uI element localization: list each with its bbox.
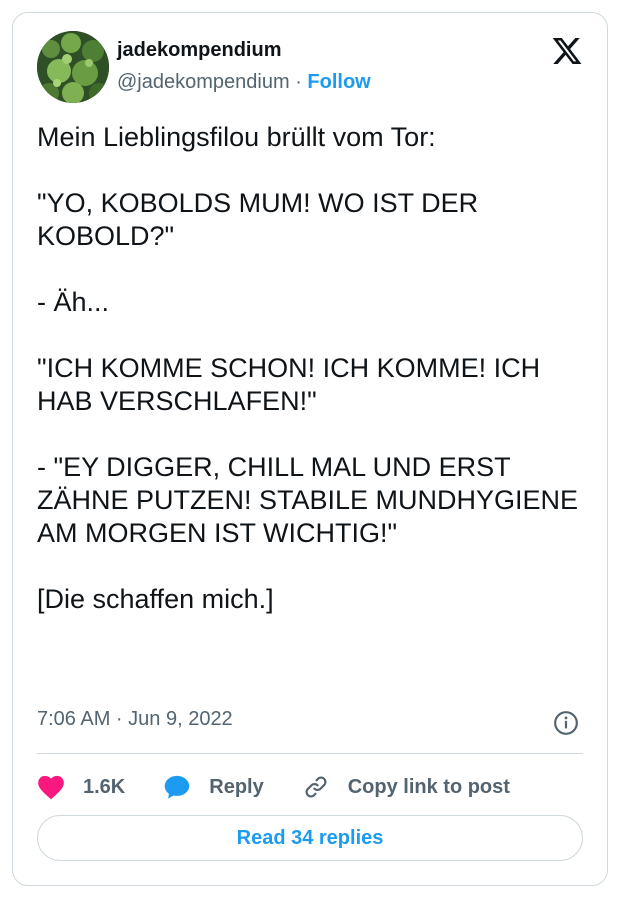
tweet-paragraph: Mein Lieblingsfilou brüllt vom Tor:	[37, 122, 436, 152]
like-count: 1.6K	[83, 775, 126, 798]
author-handle-line: @jadekompendium · Follow	[117, 71, 371, 94]
info-icon[interactable]	[553, 710, 579, 736]
copy-link-button[interactable]: Copy link to post	[302, 774, 510, 800]
tweet-paragraph: "YO, KOBOLDS MUM! WO IST DER KOBOLD?"	[37, 188, 479, 251]
separator-dot: ·	[295, 71, 302, 93]
author-handle[interactable]: @jadekompendium	[117, 71, 290, 93]
action-bar: 1.6K Reply Copy link to post	[37, 769, 548, 805]
divider	[37, 753, 583, 754]
reply-button[interactable]: Reply	[163, 774, 264, 800]
tweet-paragraph: - "EY DIGGER, CHILL MAL UND ERST ZÄHNE P…	[37, 452, 579, 548]
tweet-text: Mein Lieblingsfilou brüllt vom Tor: "YO,…	[37, 121, 585, 616]
tweet-paragraph: [Die schaffen mich.]	[37, 584, 274, 614]
tweet-paragraph: "ICH KOMME SCHON! ICH KOMME! ICH HAB VER…	[37, 353, 541, 416]
x-logo-icon[interactable]	[551, 35, 583, 67]
speech-bubble-icon	[165, 775, 190, 799]
tweet-card: jadekompendium @jadekompendium · Follow …	[12, 12, 608, 886]
reply-label: Reply	[209, 775, 264, 798]
avatar-image	[37, 31, 109, 103]
author-name[interactable]: jadekompendium	[117, 39, 281, 62]
heart-icon	[38, 775, 64, 800]
link-icon	[305, 776, 327, 798]
tweet-timestamp[interactable]: 7:06 AM · Jun 9, 2022	[37, 708, 233, 731]
copy-link-label: Copy link to post	[347, 775, 510, 798]
like-button[interactable]: 1.6K	[37, 774, 125, 800]
avatar[interactable]	[37, 31, 109, 103]
read-replies-button[interactable]: Read 34 replies	[37, 815, 583, 861]
follow-link[interactable]: Follow	[307, 71, 370, 93]
tweet-paragraph: - Äh...	[37, 287, 110, 317]
